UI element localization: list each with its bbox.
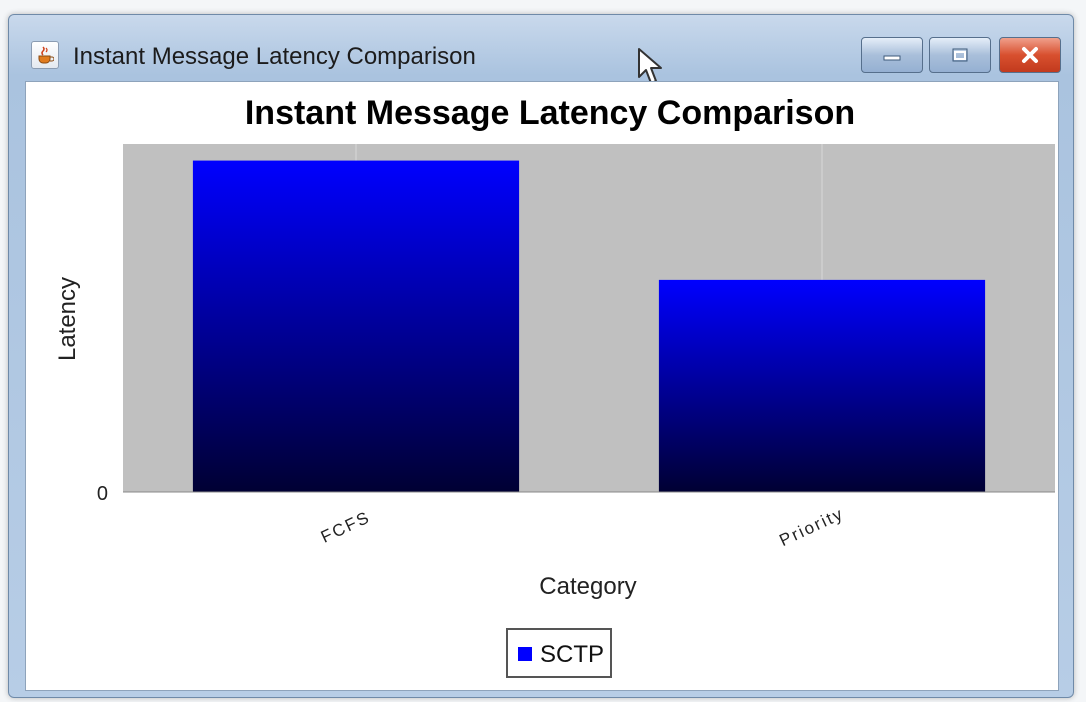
bar-fcfs: [192, 160, 520, 493]
legend: SCTP: [506, 628, 612, 678]
x-tick-label: FCFS: [318, 507, 374, 546]
y-axis-label: Latency: [54, 277, 81, 361]
close-button[interactable]: [999, 37, 1061, 73]
bar-chart: Instant Message Latency Comparison 0 FCF…: [54, 94, 1055, 600]
legend-label: SCTP: [540, 641, 605, 668]
close-icon: [1000, 38, 1060, 72]
chart-title: Instant Message Latency Comparison: [245, 94, 855, 132]
legend-swatch: [518, 647, 532, 661]
y-ticks: 0: [97, 483, 108, 505]
java-coffee-icon[interactable]: [31, 41, 59, 69]
bar-priority: [658, 279, 986, 492]
x-tick-label: Priority: [776, 504, 846, 550]
window-title: Instant Message Latency Comparison: [73, 43, 476, 70]
minimize-button[interactable]: [861, 37, 923, 73]
maximize-icon: [930, 38, 990, 72]
x-axis-label: Category: [539, 573, 636, 600]
chart-panel: Instant Message Latency Comparison 0 FCF…: [25, 81, 1059, 691]
application-window: Instant Message Latency Comparison Insta…: [8, 14, 1074, 698]
x-ticks: FCFS Priority: [318, 504, 847, 550]
maximize-button[interactable]: [929, 37, 991, 73]
minimize-icon: [862, 38, 922, 72]
y-tick-label: 0: [97, 483, 108, 505]
title-bar[interactable]: Instant Message Latency Comparison: [9, 15, 1073, 81]
